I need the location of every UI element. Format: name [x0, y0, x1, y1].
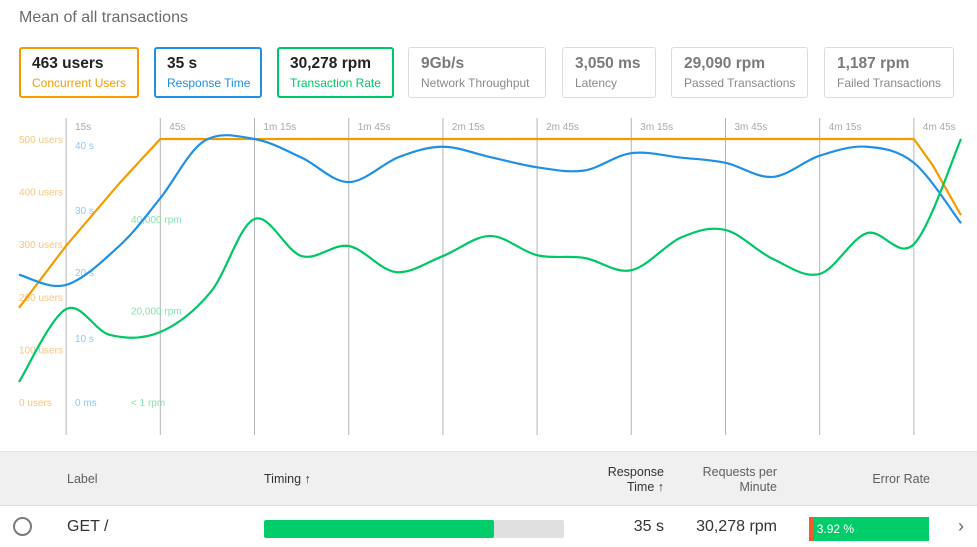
chevron-right-icon[interactable]: › — [958, 516, 964, 537]
x-tick-label: 4m 15s — [829, 122, 862, 133]
table-header: Label Timing ↑ Response Time ↑ Requests … — [0, 451, 977, 506]
metric-value: 1,187 rpm — [837, 55, 910, 72]
y-tick-label-users: 300 users — [19, 240, 63, 251]
y-tick-label-response: 0 ms — [75, 398, 97, 409]
row-requests-per-minute: 30,278 rpm — [696, 518, 777, 535]
header-response-time[interactable]: Response Time ↑ — [560, 465, 664, 495]
x-tick-label: 3m 15s — [640, 122, 673, 133]
x-tick-label: 3m 45s — [735, 122, 768, 133]
y-tick-label-rpm: < 1 rpm — [131, 398, 165, 409]
row-select-radio[interactable] — [13, 517, 32, 536]
metric-card-failed-transactions[interactable]: 1,187 rpm Failed Transactions — [824, 47, 954, 98]
metric-value: 35 s — [167, 55, 198, 72]
metric-card-passed-transactions[interactable]: 29,090 rpm Passed Transactions — [671, 47, 808, 98]
header-rpm-line2: Minute — [739, 480, 777, 494]
header-label[interactable]: Label — [67, 472, 98, 487]
timing-bar — [264, 520, 564, 538]
header-rpm-line1: Requests per — [702, 465, 777, 479]
metric-card-concurrent-users[interactable]: 463 users Concurrent Users — [19, 47, 139, 98]
metric-card-transaction-rate[interactable]: 30,278 rpm Transaction Rate — [277, 47, 394, 98]
metric-label: Latency — [575, 76, 618, 90]
y-tick-label-response: 40 s — [75, 141, 94, 152]
y-tick-label-rpm: 20,000 rpm — [131, 307, 182, 318]
x-tick-label: 1m 15s — [264, 122, 297, 133]
header-timing[interactable]: Timing ↑ — [264, 472, 311, 487]
header-response-time-line2: Time ↑ — [626, 480, 664, 494]
header-requests-per-minute[interactable]: Requests per Minute — [672, 465, 777, 495]
y-tick-label-response: 10 s — [75, 334, 94, 345]
y-tick-label-users: 100 users — [19, 345, 63, 356]
transactions-chart: 15s 45s 1m 15s 1m 45s 2m 15s 2m 45s 3m 15s 3m 4… — [18, 118, 963, 435]
metric-label: Response Time — [167, 76, 251, 90]
metric-card-response-time[interactable]: 35 s Response Time — [154, 47, 262, 98]
y-tick-label-users: 0 users — [19, 398, 52, 409]
header-response-time-line1: Response — [607, 465, 664, 479]
metric-value: 9Gb/s — [421, 55, 465, 72]
header-error-rate[interactable]: Error Rate — [830, 472, 930, 487]
metric-label: Concurrent Users — [32, 76, 127, 90]
x-tick-label: 2m 45s — [546, 122, 579, 133]
error-rate-bar: 3.92 % — [809, 517, 929, 541]
metric-card-latency[interactable]: 3,050 ms Latency — [562, 47, 656, 98]
x-tick-label: 15s — [75, 122, 91, 133]
x-tick-label: 45s — [169, 122, 185, 133]
error-rate-value: 3.92 % — [816, 522, 855, 536]
metric-label: Passed Transactions — [684, 76, 796, 90]
metric-label: Network Throughput — [421, 76, 530, 90]
metric-value: 29,090 rpm — [684, 55, 765, 72]
metric-label: Failed Transactions — [837, 76, 942, 90]
timing-bar-fill — [264, 520, 494, 538]
row-response-time: 35 s — [633, 518, 664, 535]
x-tick-label: 4m 45s — [923, 122, 956, 133]
y-tick-label-users: 400 users — [19, 188, 63, 199]
metric-value: 3,050 ms — [575, 55, 641, 72]
x-tick-label: 2m 15s — [452, 122, 485, 133]
x-tick-label: 1m 45s — [358, 122, 391, 133]
metric-label: Transaction Rate — [290, 76, 381, 90]
metric-value: 463 users — [32, 55, 104, 72]
row-label: GET / — [67, 518, 109, 535]
y-tick-label-users: 500 users — [19, 135, 63, 146]
page-title: Mean of all transactions — [19, 9, 188, 26]
metric-value: 30,278 rpm — [290, 55, 371, 72]
metric-card-network-throughput[interactable]: 9Gb/s Network Throughput — [408, 47, 546, 98]
table-row[interactable]: GET / 35 s 30,278 rpm 3.92 % › — [0, 507, 977, 547]
